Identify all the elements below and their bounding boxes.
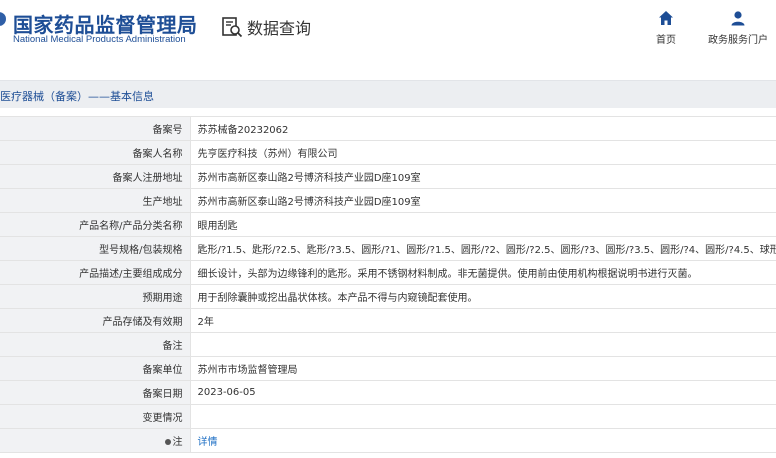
data-query-title: 数据查询 (221, 14, 311, 40)
field-value: 2年 (190, 308, 776, 333)
field-label: 备注 (0, 332, 191, 357)
field-label: 预期用途 (0, 284, 191, 309)
table-row: 备案号 苏苏械备20232062 (0, 116, 776, 141)
field-value: 细长设计，头部为边缘锋利的匙形。采用不锈钢材料制成。非无菌提供。使用前由使用机构… (190, 260, 776, 285)
field-label: 备案单位 (0, 356, 191, 381)
table-row: 型号规格/包装规格 匙形/?1.5、匙形/?2.5、匙形/?3.5、圆形/?1、… (0, 236, 776, 261)
table-row: 备案单位 苏州市市场监督管理局 (0, 356, 776, 381)
table-row: 备案日期 2023-06-05 (0, 380, 776, 405)
table-row: 备案人注册地址 苏州市高新区泰山路2号博济科技产业园D座109室 (0, 164, 776, 189)
table-row: 注 详情 (0, 428, 776, 453)
record-detail-table: 备案号 苏苏械备20232062 备案人名称 先亨医疗科技（苏州）有限公司 备案… (0, 116, 776, 453)
breadcrumb-text: 医疗器械（备案）——基本信息 (0, 90, 154, 103)
field-value: 苏苏械备20232062 (190, 116, 776, 141)
breadcrumb: 医疗器械（备案）——基本信息 (0, 80, 776, 108)
field-value: 2023-06-05 (190, 380, 776, 405)
field-label: 变更情况 (0, 404, 191, 429)
field-value: 匙形/?1.5、匙形/?2.5、匙形/?3.5、圆形/?1、圆形/?1.5、圆形… (190, 236, 776, 261)
field-label-note: 注 (0, 428, 191, 453)
home-icon (659, 11, 673, 25)
table-row: 生产地址 苏州市高新区泰山路2号博济科技产业园D座109室 (0, 188, 776, 213)
note-label: 注 (172, 437, 183, 448)
field-value: 眼用刮匙 (190, 212, 776, 237)
field-value: 先亨医疗科技（苏州）有限公司 (190, 140, 776, 165)
table-row: 产品存储及有效期 2年 (0, 308, 776, 333)
table-row: 产品名称/产品分类名称 眼用刮匙 (0, 212, 776, 237)
nav-portal-label: 政务服务门户 (708, 35, 768, 46)
field-value: 苏州市高新区泰山路2号博济科技产业园D座109室 (190, 164, 776, 189)
field-value: 详情 (190, 428, 776, 453)
field-value: 苏州市高新区泰山路2号博济科技产业园D座109室 (190, 188, 776, 213)
table-row: 备注 (0, 332, 776, 357)
field-value: 苏州市市场监督管理局 (190, 356, 776, 381)
field-label: 备案日期 (0, 380, 191, 405)
field-label: 产品名称/产品分类名称 (0, 212, 191, 237)
field-value: 用于刮除囊肿或挖出晶状体核。本产品不得与内窥镜配套使用。 (190, 284, 776, 309)
field-label: 备案人注册地址 (0, 164, 191, 189)
table-row: 备案人名称 先亨医疗科技（苏州）有限公司 (0, 140, 776, 165)
document-search-icon (222, 17, 243, 38)
data-query-label: 数据查询 (247, 19, 312, 38)
nav-home[interactable]: 首页 (650, 10, 682, 46)
site-logo-subtitle: National Medical Products Administration (13, 34, 186, 45)
field-value (190, 404, 776, 429)
field-label: 产品存储及有效期 (0, 308, 191, 333)
field-value (190, 332, 776, 357)
table-row: 产品描述/主要组成成分 细长设计，头部为边缘锋利的匙形。采用不锈钢材料制成。非无… (0, 260, 776, 285)
nav-home-label: 首页 (656, 35, 676, 46)
nav-service-portal[interactable]: 政务服务门户 (700, 10, 776, 46)
details-link[interactable]: 详情 (198, 437, 218, 448)
field-label: 备案号 (0, 116, 191, 141)
field-label: 生产地址 (0, 188, 191, 213)
site-header: 国家药品监督管理局 National Medical Products Admi… (0, 0, 776, 80)
field-label: 产品描述/主要组成成分 (0, 260, 191, 285)
emblem-icon (0, 12, 6, 26)
field-label: 备案人名称 (0, 140, 191, 165)
table-row: 预期用途 用于刮除囊肿或挖出晶状体核。本产品不得与内窥镜配套使用。 (0, 284, 776, 309)
table-row: 变更情况 (0, 404, 776, 429)
bullet-icon (164, 439, 171, 445)
field-label: 型号规格/包装规格 (0, 236, 191, 261)
user-icon (731, 11, 745, 26)
